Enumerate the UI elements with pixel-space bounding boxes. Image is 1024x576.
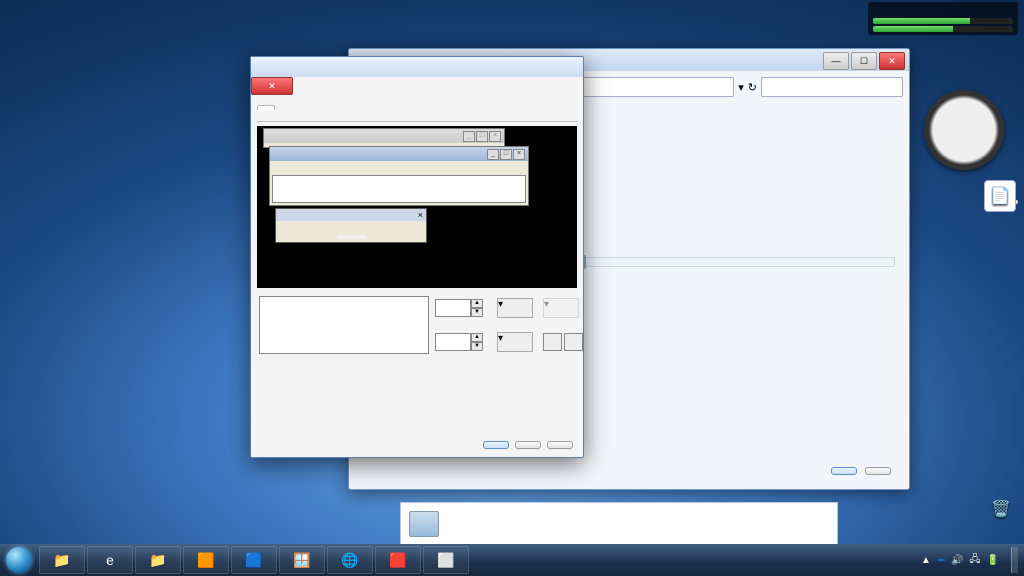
start-button[interactable]: [0, 544, 38, 576]
element-size-spinner[interactable]: ▲▼: [435, 299, 491, 317]
system-tray: ▲ 🔊 🖧 🔋: [915, 547, 1024, 573]
color2-button: ▾: [543, 298, 579, 318]
element-size-input[interactable]: [435, 299, 471, 317]
dialog-titlebar[interactable]: [251, 57, 583, 77]
color1-button[interactable]: ▾: [497, 298, 533, 318]
computer-info-bar: [400, 502, 838, 546]
taskbar-button[interactable]: 🟦: [231, 546, 277, 574]
controls-grid: ▲▼ ▾ ▾ ▲▼ ▾: [259, 292, 575, 354]
font-size-spinner[interactable]: ▲▼: [435, 333, 491, 351]
bold-button[interactable]: [543, 333, 562, 351]
dialog-close-button[interactable]: ✕: [251, 77, 293, 95]
tray-icon[interactable]: 🔊: [951, 555, 963, 566]
taskbar: 📁 e 📁 🟧 🟦 🪟 🌐 🟥 ⬜ ▲ 🔊 🖧 🔋: [0, 544, 1024, 576]
show-desktop-button[interactable]: [1011, 547, 1018, 573]
font-size-input[interactable]: [435, 333, 471, 351]
dialog-cancel-button[interactable]: [515, 441, 541, 449]
color-swatch-grid: [569, 111, 909, 207]
appearance-dialog: ✕ _□× _□× ×: [250, 56, 584, 458]
windows-orb-icon: [6, 547, 32, 573]
preview-msg-ok: [337, 235, 365, 239]
dialog-apply-button: [547, 441, 573, 449]
preview-text-body: [272, 175, 526, 203]
preview-pane: _□× _□× ×: [257, 126, 577, 288]
preview-message-box: ×: [275, 208, 427, 243]
dialog-ok-button[interactable]: [483, 441, 509, 449]
clock-gadget[interactable]: [924, 90, 1004, 170]
cancel-button[interactable]: [865, 467, 891, 475]
tray-icon[interactable]: 🔋: [987, 555, 999, 566]
bold-italic-group: [543, 333, 583, 351]
minimize-button[interactable]: —: [823, 52, 849, 70]
preview-active-titlebar: _□×: [270, 147, 528, 161]
computer-icon: [409, 511, 439, 537]
spinner-down-icon[interactable]: ▼: [471, 308, 483, 317]
tab-strip: [257, 101, 577, 122]
maximize-button[interactable]: ☐: [851, 52, 877, 70]
tab-appearance[interactable]: [257, 105, 275, 110]
search-input[interactable]: [761, 77, 903, 97]
taskbar-button[interactable]: 📁: [135, 546, 181, 574]
desktop-icon-new-text[interactable]: 📄: [984, 180, 1016, 214]
save-changes-button[interactable]: [831, 467, 857, 475]
cpu-gadget[interactable]: [868, 2, 1018, 35]
taskbar-button[interactable]: 🟥: [375, 546, 421, 574]
taskbar-button[interactable]: 📁: [39, 546, 85, 574]
tray-icon[interactable]: ▲: [921, 555, 931, 566]
dialog-window-buttons: ✕: [251, 77, 583, 95]
tray-icon[interactable]: 🖧: [969, 552, 980, 569]
refresh-icon[interactable]: ↻: [748, 81, 757, 94]
language-indicator[interactable]: [937, 559, 945, 561]
dropdown-icon[interactable]: ▾: [738, 81, 744, 94]
taskbar-button[interactable]: e: [87, 546, 133, 574]
italic-button[interactable]: [564, 333, 583, 351]
close-button[interactable]: ✕: [879, 52, 905, 70]
font-listbox[interactable]: [259, 296, 429, 354]
taskbar-button[interactable]: ⬜: [423, 546, 469, 574]
spinner-up-icon[interactable]: ▲: [471, 299, 483, 308]
preview-inactive-titlebar: _□×: [264, 129, 504, 143]
taskbar-button[interactable]: 🟧: [183, 546, 229, 574]
sidebar-gadgets: [868, 2, 1018, 41]
window-buttons: — ☐ ✕: [823, 52, 905, 70]
desktop: 📄 🗑️ — ☐ ✕ ▾ ↻: [0, 0, 1024, 576]
taskbar-button[interactable]: 🌐: [327, 546, 373, 574]
desktop-icon-recycle-bin[interactable]: 🗑️: [986, 494, 1016, 526]
taskbar-button[interactable]: 🪟: [279, 546, 325, 574]
preview-menu: [270, 161, 528, 173]
font-color-button[interactable]: ▾: [497, 332, 533, 352]
